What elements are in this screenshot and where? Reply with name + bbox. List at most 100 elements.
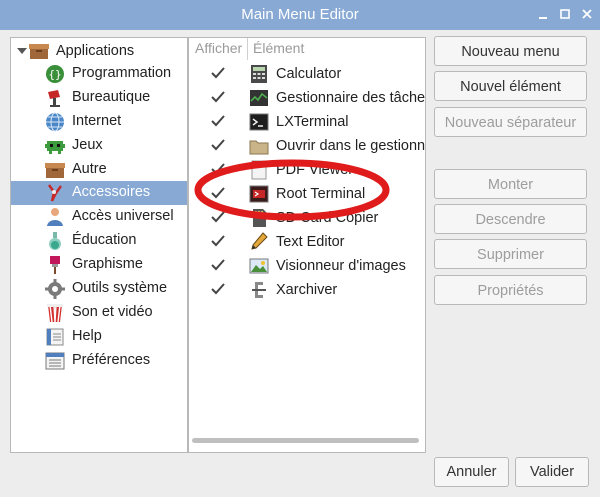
category-label: Son et vidéo [72, 304, 153, 320]
sound-video-icon [45, 303, 65, 323]
window-title: Main Menu Editor [241, 6, 359, 23]
show-checkbox[interactable] [211, 186, 225, 200]
category-label: Accessoires [72, 184, 151, 200]
item-label: Ouvrir dans le gestionnaire [276, 138, 426, 154]
ok-button[interactable]: Valider [515, 457, 589, 487]
column-separator[interactable] [247, 38, 248, 60]
column-header-element[interactable]: Élément [253, 40, 304, 56]
root-terminal-icon [249, 184, 269, 204]
item-label: Xarchiver [276, 282, 338, 298]
category-label: Préférences [72, 352, 151, 368]
new-item-button[interactable]: Nouvel élément [434, 71, 587, 101]
tree-root-label: Applications [56, 43, 135, 59]
category-item-internet[interactable]: Internet [11, 110, 187, 134]
category-item-education[interactable]: Éducation [11, 229, 187, 253]
svg-text:{}: {} [48, 68, 61, 81]
list-item-lxterminal[interactable]: LXTerminal [189, 110, 425, 134]
move-down-button[interactable]: Descendre [434, 204, 587, 234]
item-label: Visionneur d'images [276, 258, 406, 274]
programming-icon: {} [45, 64, 65, 84]
new-menu-button[interactable]: Nouveau menu [434, 36, 587, 66]
category-item-programmation[interactable]: {} Programmation [11, 62, 187, 86]
minimize-icon[interactable] [536, 7, 550, 21]
show-checkbox[interactable] [211, 138, 225, 152]
delete-button[interactable]: Supprimer [434, 239, 587, 269]
show-checkbox[interactable] [211, 90, 225, 104]
category-item-son-et-video[interactable]: Son et vidéo [11, 301, 187, 325]
show-checkbox[interactable] [211, 258, 225, 272]
system-tools-gear-icon [45, 279, 65, 299]
show-checkbox[interactable] [211, 66, 225, 80]
office-icon [45, 88, 65, 108]
graphics-brush-icon [45, 255, 65, 275]
cancel-button[interactable]: Annuler [434, 457, 509, 487]
show-checkbox[interactable] [211, 162, 225, 176]
games-icon [45, 136, 65, 156]
list-item-root-terminal[interactable]: Root Terminal [189, 182, 425, 206]
education-flask-icon [45, 231, 65, 251]
calculator-icon [249, 64, 269, 84]
list-item-open-file-manager[interactable]: Ouvrir dans le gestionnaire [189, 134, 426, 158]
item-label: SD Card Copier [276, 210, 379, 226]
category-tree[interactable]: Applications {} Programmation Bureautiqu… [10, 37, 188, 453]
category-item-acces-universel[interactable]: Accès universel [11, 205, 187, 229]
new-separator-button[interactable]: Nouveau séparateur [434, 107, 587, 137]
category-label: Accès universel [72, 208, 174, 224]
category-label: Internet [72, 113, 122, 129]
close-icon[interactable] [580, 7, 594, 21]
list-item-calculator[interactable]: Calculator [189, 62, 425, 86]
show-checkbox[interactable] [211, 210, 225, 224]
category-item-accessoires[interactable]: Accessoires [11, 181, 187, 205]
folder-box-icon [45, 160, 65, 180]
item-label: LXTerminal [276, 114, 349, 130]
pdf-viewer-icon [249, 160, 269, 180]
category-label: Éducation [72, 232, 137, 248]
list-item-image-viewer[interactable]: Visionneur d'images [189, 254, 425, 278]
text-editor-pen-icon [249, 232, 269, 252]
accessories-icon [45, 183, 65, 203]
show-checkbox[interactable] [211, 234, 225, 248]
category-label: Autre [72, 161, 107, 177]
image-viewer-icon [249, 256, 269, 276]
horizontal-scrollbar[interactable] [192, 438, 419, 443]
file-manager-folder-icon [249, 136, 269, 156]
item-label: Calculator [276, 66, 342, 82]
item-label: Root Terminal [276, 186, 366, 202]
category-item-outils-systeme[interactable]: Outils système [11, 277, 187, 301]
category-item-graphisme[interactable]: Graphisme [11, 253, 187, 277]
list-item-xarchiver[interactable]: Xarchiver [189, 278, 425, 302]
item-label: Text Editor [276, 234, 345, 250]
list-item-pdf-viewer[interactable]: PDF Viewer [189, 158, 425, 182]
tree-root-applications[interactable]: Applications [11, 40, 187, 62]
category-label: Outils système [72, 280, 168, 296]
help-icon [45, 327, 65, 347]
maximize-icon[interactable] [558, 7, 572, 21]
sd-card-icon [249, 208, 269, 228]
category-item-help[interactable]: Help [11, 325, 187, 349]
move-up-button[interactable]: Monter [434, 169, 587, 199]
category-label: Jeux [72, 137, 103, 153]
universal-access-icon [45, 207, 65, 227]
items-list[interactable]: Afficher Élément Calculator Gestionnaire… [188, 37, 426, 453]
list-item-sd-card-copier[interactable]: SD Card Copier [189, 206, 425, 230]
category-item-autre[interactable]: Autre [11, 158, 187, 182]
title-bar[interactable]: Main Menu Editor [0, 0, 600, 30]
expander-arrow-icon[interactable] [17, 48, 27, 54]
main-menu-editor-window: Main Menu Editor Applications {} Program… [0, 0, 600, 497]
task-manager-icon [249, 88, 269, 108]
applications-box-icon [29, 41, 49, 61]
category-item-jeux[interactable]: Jeux [11, 134, 187, 158]
show-checkbox[interactable] [211, 114, 225, 128]
column-header-show[interactable]: Afficher [195, 40, 242, 56]
show-checkbox[interactable] [211, 282, 225, 296]
category-label: Help [72, 328, 102, 344]
list-item-text-editor[interactable]: Text Editor [189, 230, 425, 254]
item-label: PDF Viewer [276, 162, 354, 178]
category-item-preferences[interactable]: Préférences [11, 349, 187, 373]
archiver-clamp-icon [249, 280, 269, 300]
list-item-task-manager[interactable]: Gestionnaire des tâches [189, 86, 425, 110]
preferences-icon [45, 351, 65, 371]
properties-button[interactable]: Propriétés [434, 275, 587, 305]
internet-globe-icon [45, 112, 65, 132]
category-item-bureautique[interactable]: Bureautique [11, 86, 187, 110]
